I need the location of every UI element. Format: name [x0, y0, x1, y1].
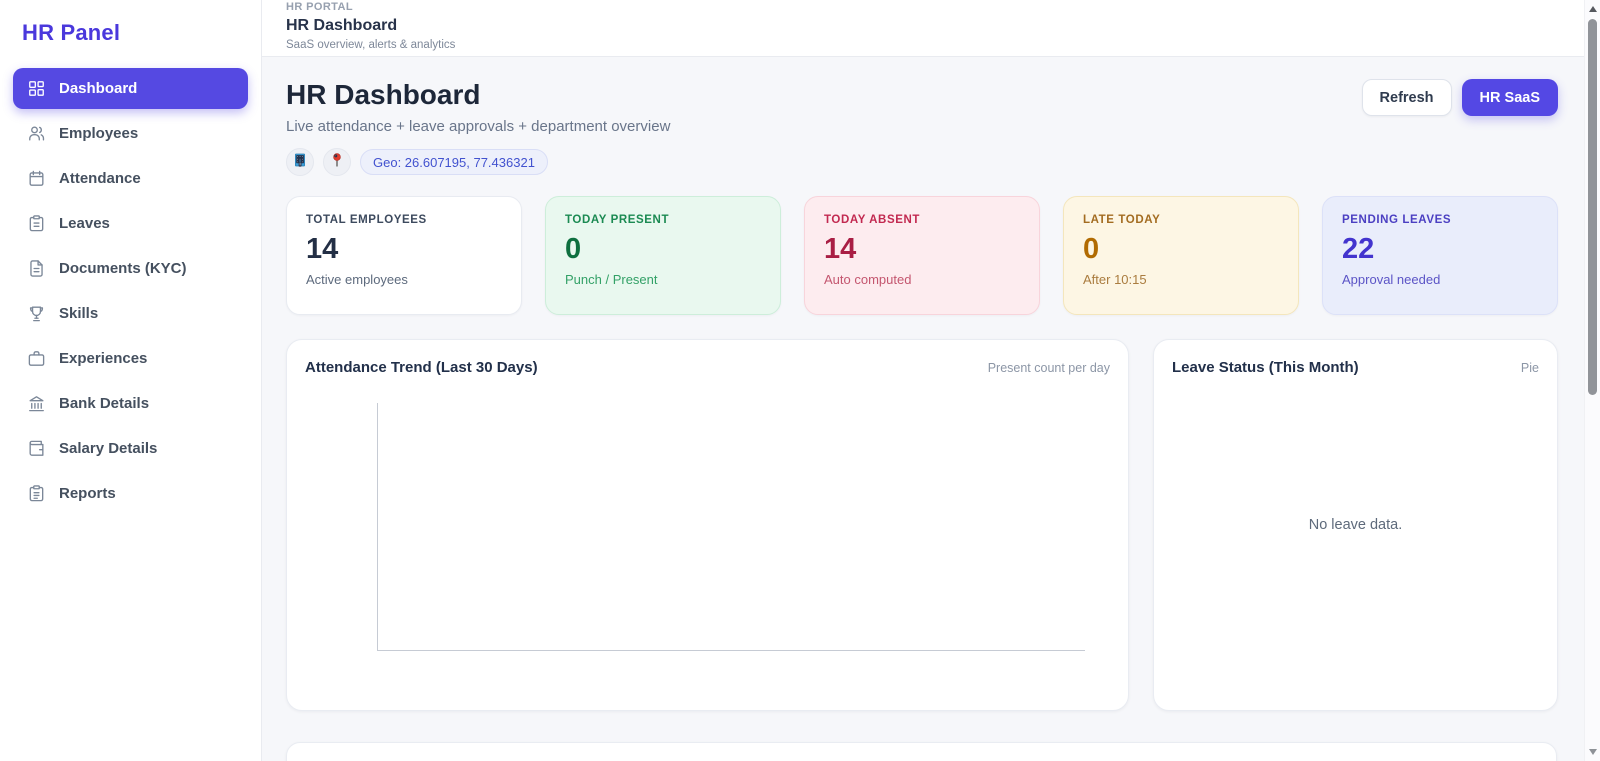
bank-icon: [27, 394, 46, 413]
sidebar-item-attendance[interactable]: Attendance: [13, 158, 248, 199]
leave-empty-message: No leave data.: [1308, 517, 1403, 533]
stat-label: TOTAL EMPLOYEES: [306, 214, 427, 226]
scrollbar-thumb[interactable]: [1588, 19, 1597, 395]
sidebar-item-salary-details[interactable]: Salary Details: [13, 428, 248, 469]
attendance-panel-title: Attendance Trend (Last 30 Days): [305, 359, 538, 376]
badge-row: Geo: 26.607195, 77.436321: [286, 148, 1558, 176]
stat-label: TODAY PRESENT: [565, 214, 670, 226]
sidebar-item-label: Reports: [59, 485, 116, 502]
stat-value: 14: [306, 233, 339, 265]
stat-value: 22: [1342, 233, 1375, 265]
geo-badge: Geo: 26.607195, 77.436321: [360, 149, 548, 175]
portal-eyebrow: HR PORTAL: [286, 1, 353, 13]
topbar: HR PORTAL HR Dashboard SaaS overview, al…: [262, 0, 1584, 57]
stat-card-late-today: LATE TODAY 0 After 10:15: [1063, 196, 1299, 315]
vertical-scrollbar[interactable]: [1584, 0, 1600, 761]
topbar-subtitle: SaaS overview, alerts & analytics: [286, 39, 456, 51]
sidebar-item-label: Experiences: [59, 350, 148, 367]
stat-value: 0: [565, 233, 582, 265]
sidebar: HR Panel Dashboard Employees Attendance …: [0, 0, 262, 761]
sidebar-item-label: Attendance: [59, 170, 141, 187]
dashboard-icon: [27, 79, 46, 98]
sidebar-item-label: Dashboard: [59, 80, 138, 97]
topbar-title: HR Dashboard: [286, 17, 398, 34]
file-text-icon: [27, 259, 46, 278]
icon-badge: [286, 148, 314, 176]
briefcase-icon: [27, 349, 46, 368]
stat-label: TODAY ABSENT: [824, 214, 921, 226]
stat-label: PENDING LEAVES: [1342, 214, 1452, 226]
stat-card-today-absent: TODAY ABSENT 14 Auto computed: [804, 196, 1040, 315]
scroll-down-icon[interactable]: [1589, 749, 1597, 755]
main-content: HR Dashboard Live attendance + leave app…: [262, 57, 1584, 761]
leave-status-panel: Leave Status (This Month) Pie No leave d…: [1153, 339, 1558, 711]
wallet-icon: [27, 439, 46, 458]
stat-subtext: Auto computed: [824, 272, 912, 287]
stat-card-pending-leaves: PENDING LEAVES 22 Approval needed: [1322, 196, 1558, 315]
app-title: HR Panel: [22, 20, 121, 45]
sidebar-item-label: Leaves: [59, 215, 110, 232]
stat-value: 0: [1083, 233, 1100, 265]
clipboard-list-icon: [27, 214, 46, 233]
report-icon: [27, 484, 46, 503]
stat-card-today-present: TODAY PRESENT 0 Punch / Present: [545, 196, 781, 315]
scroll-up-icon[interactable]: [1589, 6, 1597, 12]
sidebar-nav: Dashboard Employees Attendance Leaves Do…: [0, 68, 261, 514]
attendance-panel-hint: Present count per day: [987, 361, 1110, 375]
sidebar-item-label: Employees: [59, 125, 139, 142]
sidebar-item-skills[interactable]: Skills: [13, 293, 248, 334]
sidebar-item-label: Bank Details: [59, 395, 150, 412]
hr-saas-button[interactable]: HR SaaS: [1461, 79, 1558, 116]
trophy-icon: [27, 304, 46, 323]
users-icon: [27, 124, 46, 143]
sidebar-item-leaves[interactable]: Leaves: [13, 203, 248, 244]
icon-badge: [323, 148, 351, 176]
attendance-trend-panel: Attendance Trend (Last 30 Days) Present …: [286, 339, 1129, 711]
stat-value: 14: [824, 233, 857, 265]
stat-subtext: After 10:15: [1083, 272, 1147, 287]
sidebar-item-label: Salary Details: [59, 440, 158, 457]
stats-row: TOTAL EMPLOYEES 14 Active employees TODA…: [286, 196, 1558, 315]
stat-label: LATE TODAY: [1083, 214, 1161, 226]
sidebar-item-experiences[interactable]: Experiences: [13, 338, 248, 379]
stat-subtext: Active employees: [306, 272, 408, 287]
calendar-icon: [27, 169, 46, 188]
sidebar-item-reports[interactable]: Reports: [13, 473, 248, 514]
page-subtitle: Live attendance + leave approvals + depa…: [286, 118, 671, 135]
sidebar-item-dashboard[interactable]: Dashboard: [13, 68, 248, 109]
chart-x-axis: [377, 650, 1085, 651]
sidebar-item-bank-details[interactable]: Bank Details: [13, 383, 248, 424]
panels-row: Attendance Trend (Last 30 Days) Present …: [286, 339, 1558, 711]
sidebar-item-label: Documents (KYC): [59, 260, 187, 277]
sidebar-item-label: Skills: [59, 305, 99, 322]
round-pushpin-icon: [329, 152, 345, 173]
refresh-button[interactable]: Refresh: [1361, 79, 1452, 116]
stat-card-total-employees: TOTAL EMPLOYEES 14 Active employees: [286, 196, 522, 315]
stat-subtext: Approval needed: [1342, 272, 1441, 287]
stat-subtext: Punch / Present: [565, 272, 658, 287]
office-building-icon: [292, 152, 308, 173]
sidebar-item-employees[interactable]: Employees: [13, 113, 248, 154]
chart-y-axis: [377, 403, 378, 651]
sidebar-item-documents-kyc[interactable]: Documents (KYC): [13, 248, 248, 289]
page-actions: Refresh HR SaaS: [1361, 79, 1558, 116]
partial-bottom-card: [286, 742, 1557, 761]
